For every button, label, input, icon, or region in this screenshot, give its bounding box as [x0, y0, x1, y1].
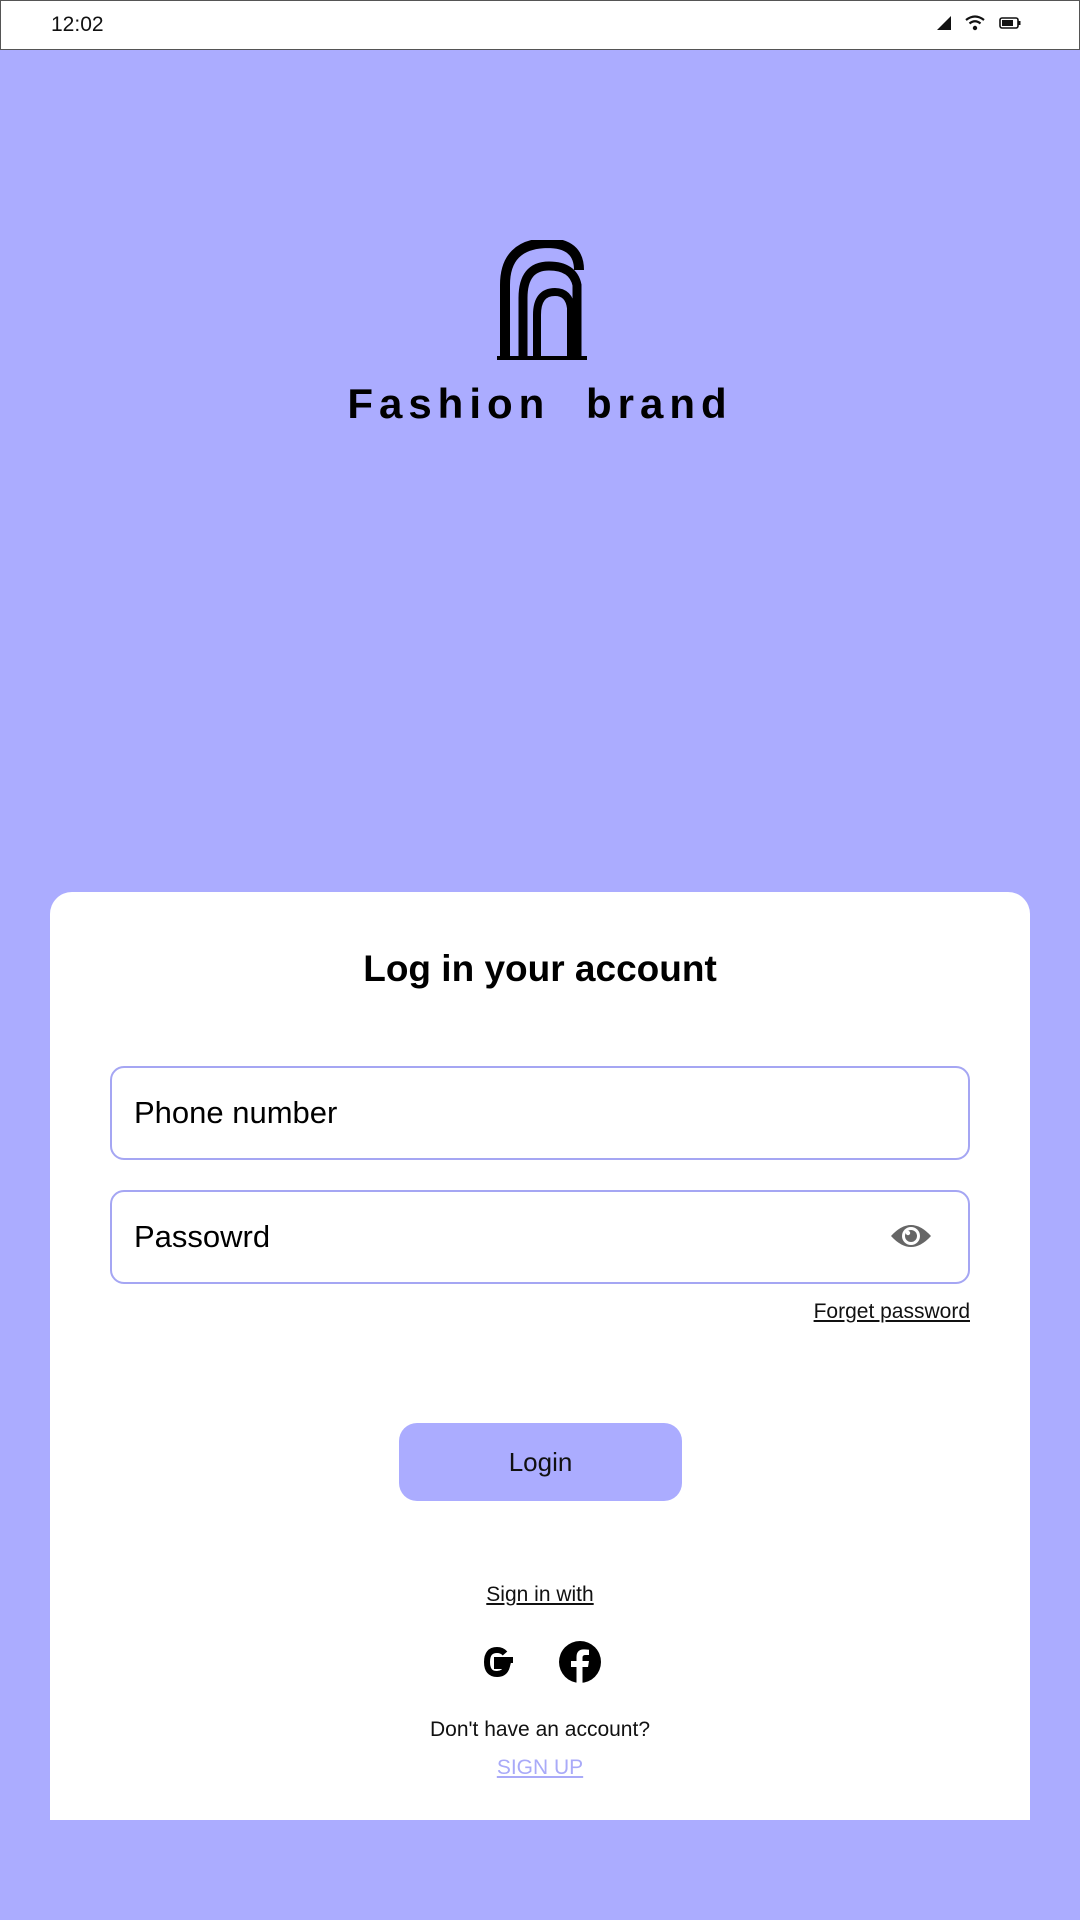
forgot-password-link[interactable]: Forget password	[814, 1300, 970, 1324]
fashion-brand-logo	[497, 240, 587, 360]
eye-icon[interactable]	[890, 1220, 932, 1252]
password-input[interactable]	[134, 1192, 874, 1282]
google-icon[interactable]	[475, 1640, 519, 1684]
status-icons	[937, 15, 1021, 31]
wifi-icon	[965, 15, 985, 31]
status-bar: 12:02	[0, 0, 1080, 50]
facebook-icon[interactable]	[558, 1640, 602, 1684]
login-title: Log in your account	[363, 948, 717, 989]
sign-in-with-label: Sign in with	[486, 1583, 594, 1606]
battery-icon	[999, 17, 1021, 29]
signal-icon	[937, 16, 951, 30]
phone-field[interactable]	[110, 1066, 970, 1160]
login-button[interactable]: Login	[399, 1423, 682, 1501]
no-account-text: Don't have an account?	[430, 1718, 650, 1741]
status-time: 12:02	[51, 13, 104, 36]
phone-input[interactable]	[134, 1068, 874, 1158]
login-card	[50, 892, 1030, 1820]
password-field[interactable]	[110, 1190, 970, 1284]
brand-name: Fashion brand	[347, 380, 733, 427]
sign-up-link[interactable]: SIGN UP	[0, 1756, 1080, 1780]
